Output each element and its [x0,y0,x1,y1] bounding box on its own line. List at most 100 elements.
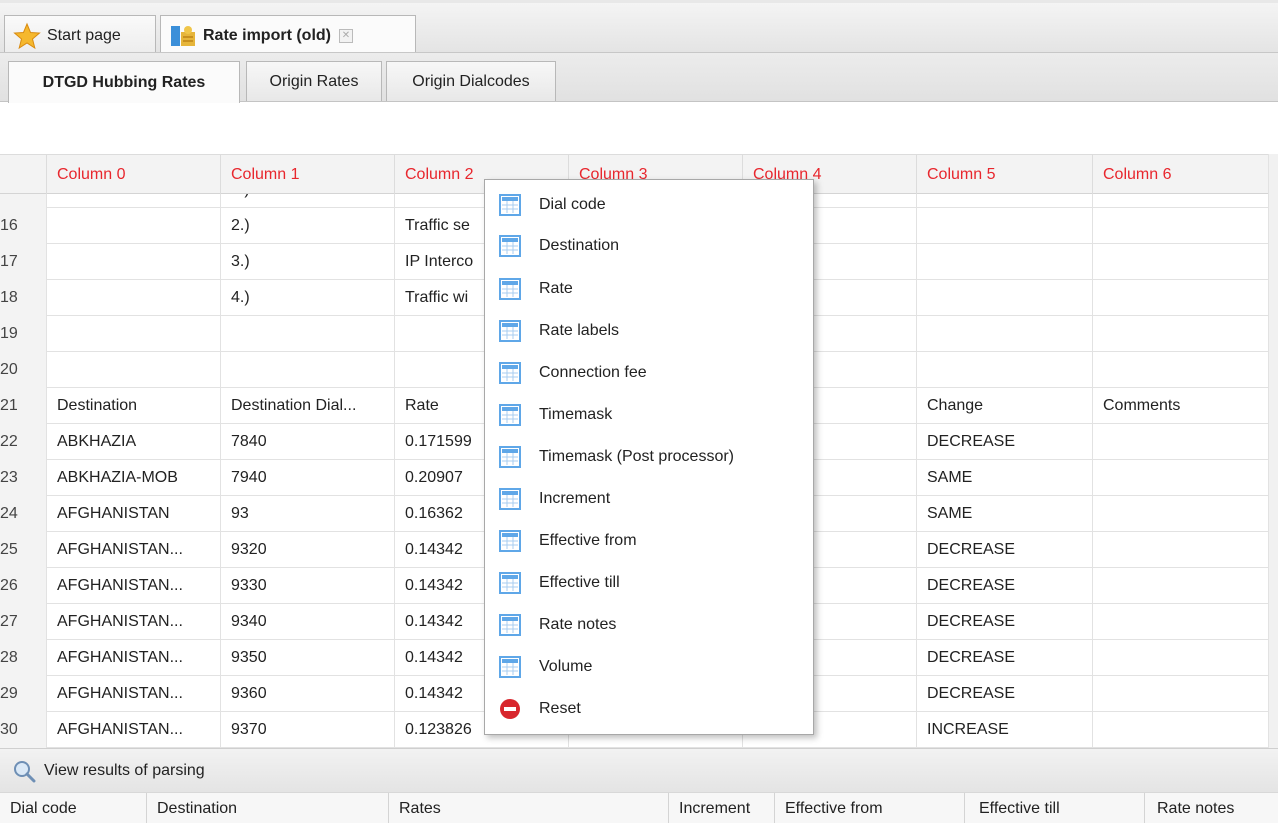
table-cell[interactable]: 9320 [220,532,394,568]
table-cell[interactable]: AFGHANISTAN... [46,712,220,748]
menu-item-label: Dial code [539,196,606,213]
table-cell[interactable]: DECREASE [916,604,1092,640]
table-icon [499,235,521,257]
table-cell[interactable] [1092,194,1268,208]
table-cell[interactable] [1092,460,1268,496]
table-cell[interactable] [46,316,220,352]
table-cell[interactable] [1092,424,1268,460]
table-cell[interactable] [46,194,220,208]
table-cell[interactable] [1092,676,1268,712]
table-cell[interactable]: 7940 [220,460,394,496]
table-cell[interactable] [916,316,1092,352]
menu-item-reset[interactable]: Reset [485,688,813,730]
table-cell[interactable] [220,352,394,388]
table-cell[interactable]: SAME [916,496,1092,532]
table-cell[interactable]: DECREASE [916,676,1092,712]
table-cell[interactable]: AFGHANISTAN... [46,676,220,712]
table-cell[interactable] [1092,352,1268,388]
table-cell[interactable] [916,244,1092,280]
table-cell[interactable] [916,280,1092,316]
table-cell[interactable]: INCREASE [916,712,1092,748]
tab-rate-import[interactable]: Rate import (old) ✕ [160,15,416,55]
table-cell[interactable] [1092,208,1268,244]
table-cell[interactable]: SAME [916,460,1092,496]
column-header-0[interactable]: Column 0 [46,155,220,195]
table-cell[interactable]: DECREASE [916,640,1092,676]
menu-item-effective-till[interactable]: Effective till [485,562,813,604]
results-column-destination[interactable]: Destination [146,793,388,823]
table-cell[interactable]: Destination Dial... [220,388,394,424]
table-cell[interactable] [46,208,220,244]
table-cell[interactable] [1092,604,1268,640]
table-cell[interactable]: 3.) [220,244,394,280]
menu-item-rate[interactable]: Rate [485,268,813,310]
table-cell[interactable]: AFGHANISTAN... [46,568,220,604]
menu-item-destination[interactable]: Destination [485,225,813,267]
table-cell[interactable] [916,208,1092,244]
column-header-6[interactable]: Column 6 [1092,155,1268,195]
table-cell[interactable]: DECREASE [916,532,1092,568]
table-cell[interactable]: ABKHAZIA [46,424,220,460]
menu-item-timemask[interactable]: Timemask [485,394,813,436]
table-cell[interactable]: Destination [46,388,220,424]
table-cell[interactable]: Comments [1092,388,1268,424]
table-cell[interactable]: 4.) [220,280,394,316]
tab-origin-rates[interactable]: Origin Rates [246,61,382,101]
table-cell[interactable] [1092,640,1268,676]
table-cell[interactable]: 9340 [220,604,394,640]
column-header-5[interactable]: Column 5 [916,155,1092,195]
table-cell[interactable]: ABKHAZIA-MOB [46,460,220,496]
results-column-effective-from[interactable]: Effective from [774,793,964,823]
column-header-1[interactable]: Column 1 [220,155,394,195]
table-cell[interactable] [916,352,1092,388]
table-cell[interactable] [220,316,394,352]
table-cell[interactable] [1092,316,1268,352]
table-cell[interactable]: 1.) [220,194,394,208]
table-cell[interactable]: 9360 [220,676,394,712]
tab-origin-dialcodes[interactable]: Origin Dialcodes [386,61,556,101]
table-cell[interactable] [1092,244,1268,280]
menu-item-volume[interactable]: Volume [485,646,813,688]
menu-item-effective-from[interactable]: Effective from [485,520,813,562]
table-cell[interactable] [46,244,220,280]
table-cell[interactable]: 9330 [220,568,394,604]
table-cell[interactable]: DECREASE [916,568,1092,604]
table-cell[interactable]: AFGHANISTAN... [46,604,220,640]
table-cell[interactable] [1092,280,1268,316]
table-cell[interactable]: Change [916,388,1092,424]
results-column-effective-till[interactable]: Effective till [964,793,1144,823]
menu-item-label: Reset [539,700,581,717]
table-cell[interactable]: DECREASE [916,424,1092,460]
table-cell[interactable]: 9350 [220,640,394,676]
table-cell[interactable]: 93 [220,496,394,532]
row-number: 27 [0,604,46,640]
table-cell[interactable]: AFGHANISTAN [46,496,220,532]
table-cell[interactable] [46,352,220,388]
results-column-dial-code[interactable]: Dial code [0,793,146,823]
table-cell[interactable] [1092,568,1268,604]
tab-dtgd-hubbing-rates[interactable]: DTGD Hubbing Rates [8,61,240,103]
results-column-rate-notes[interactable]: Rate notes [1144,793,1278,823]
table-cell[interactable]: 9370 [220,712,394,748]
table-cell[interactable]: 2.) [220,208,394,244]
results-column-increment[interactable]: Increment [668,793,774,823]
table-cell[interactable] [46,280,220,316]
menu-item-timemask-post-processor[interactable]: Timemask (Post processor) [485,436,813,478]
menu-item-increment[interactable]: Increment [485,478,813,520]
menu-item-dial-code[interactable]: Dial code [485,184,813,226]
close-icon[interactable]: ✕ [339,28,353,43]
tab-start-page[interactable]: Start page [4,15,156,55]
table-cell[interactable] [1092,712,1268,748]
view-results-button[interactable]: View results of parsing [0,748,1278,792]
menu-item-connection-fee[interactable]: Connection fee [485,352,813,394]
menu-item-rate-notes[interactable]: Rate notes [485,604,813,646]
table-cell[interactable]: AFGHANISTAN... [46,640,220,676]
results-column-rates[interactable]: Rates [388,793,668,823]
table-cell[interactable] [1092,496,1268,532]
table-cell[interactable] [1092,532,1268,568]
grid-scrollbar[interactable] [1268,154,1278,748]
table-cell[interactable]: AFGHANISTAN... [46,532,220,568]
table-cell[interactable] [916,194,1092,208]
menu-item-rate-labels[interactable]: Rate labels [485,310,813,352]
table-cell[interactable]: 7840 [220,424,394,460]
